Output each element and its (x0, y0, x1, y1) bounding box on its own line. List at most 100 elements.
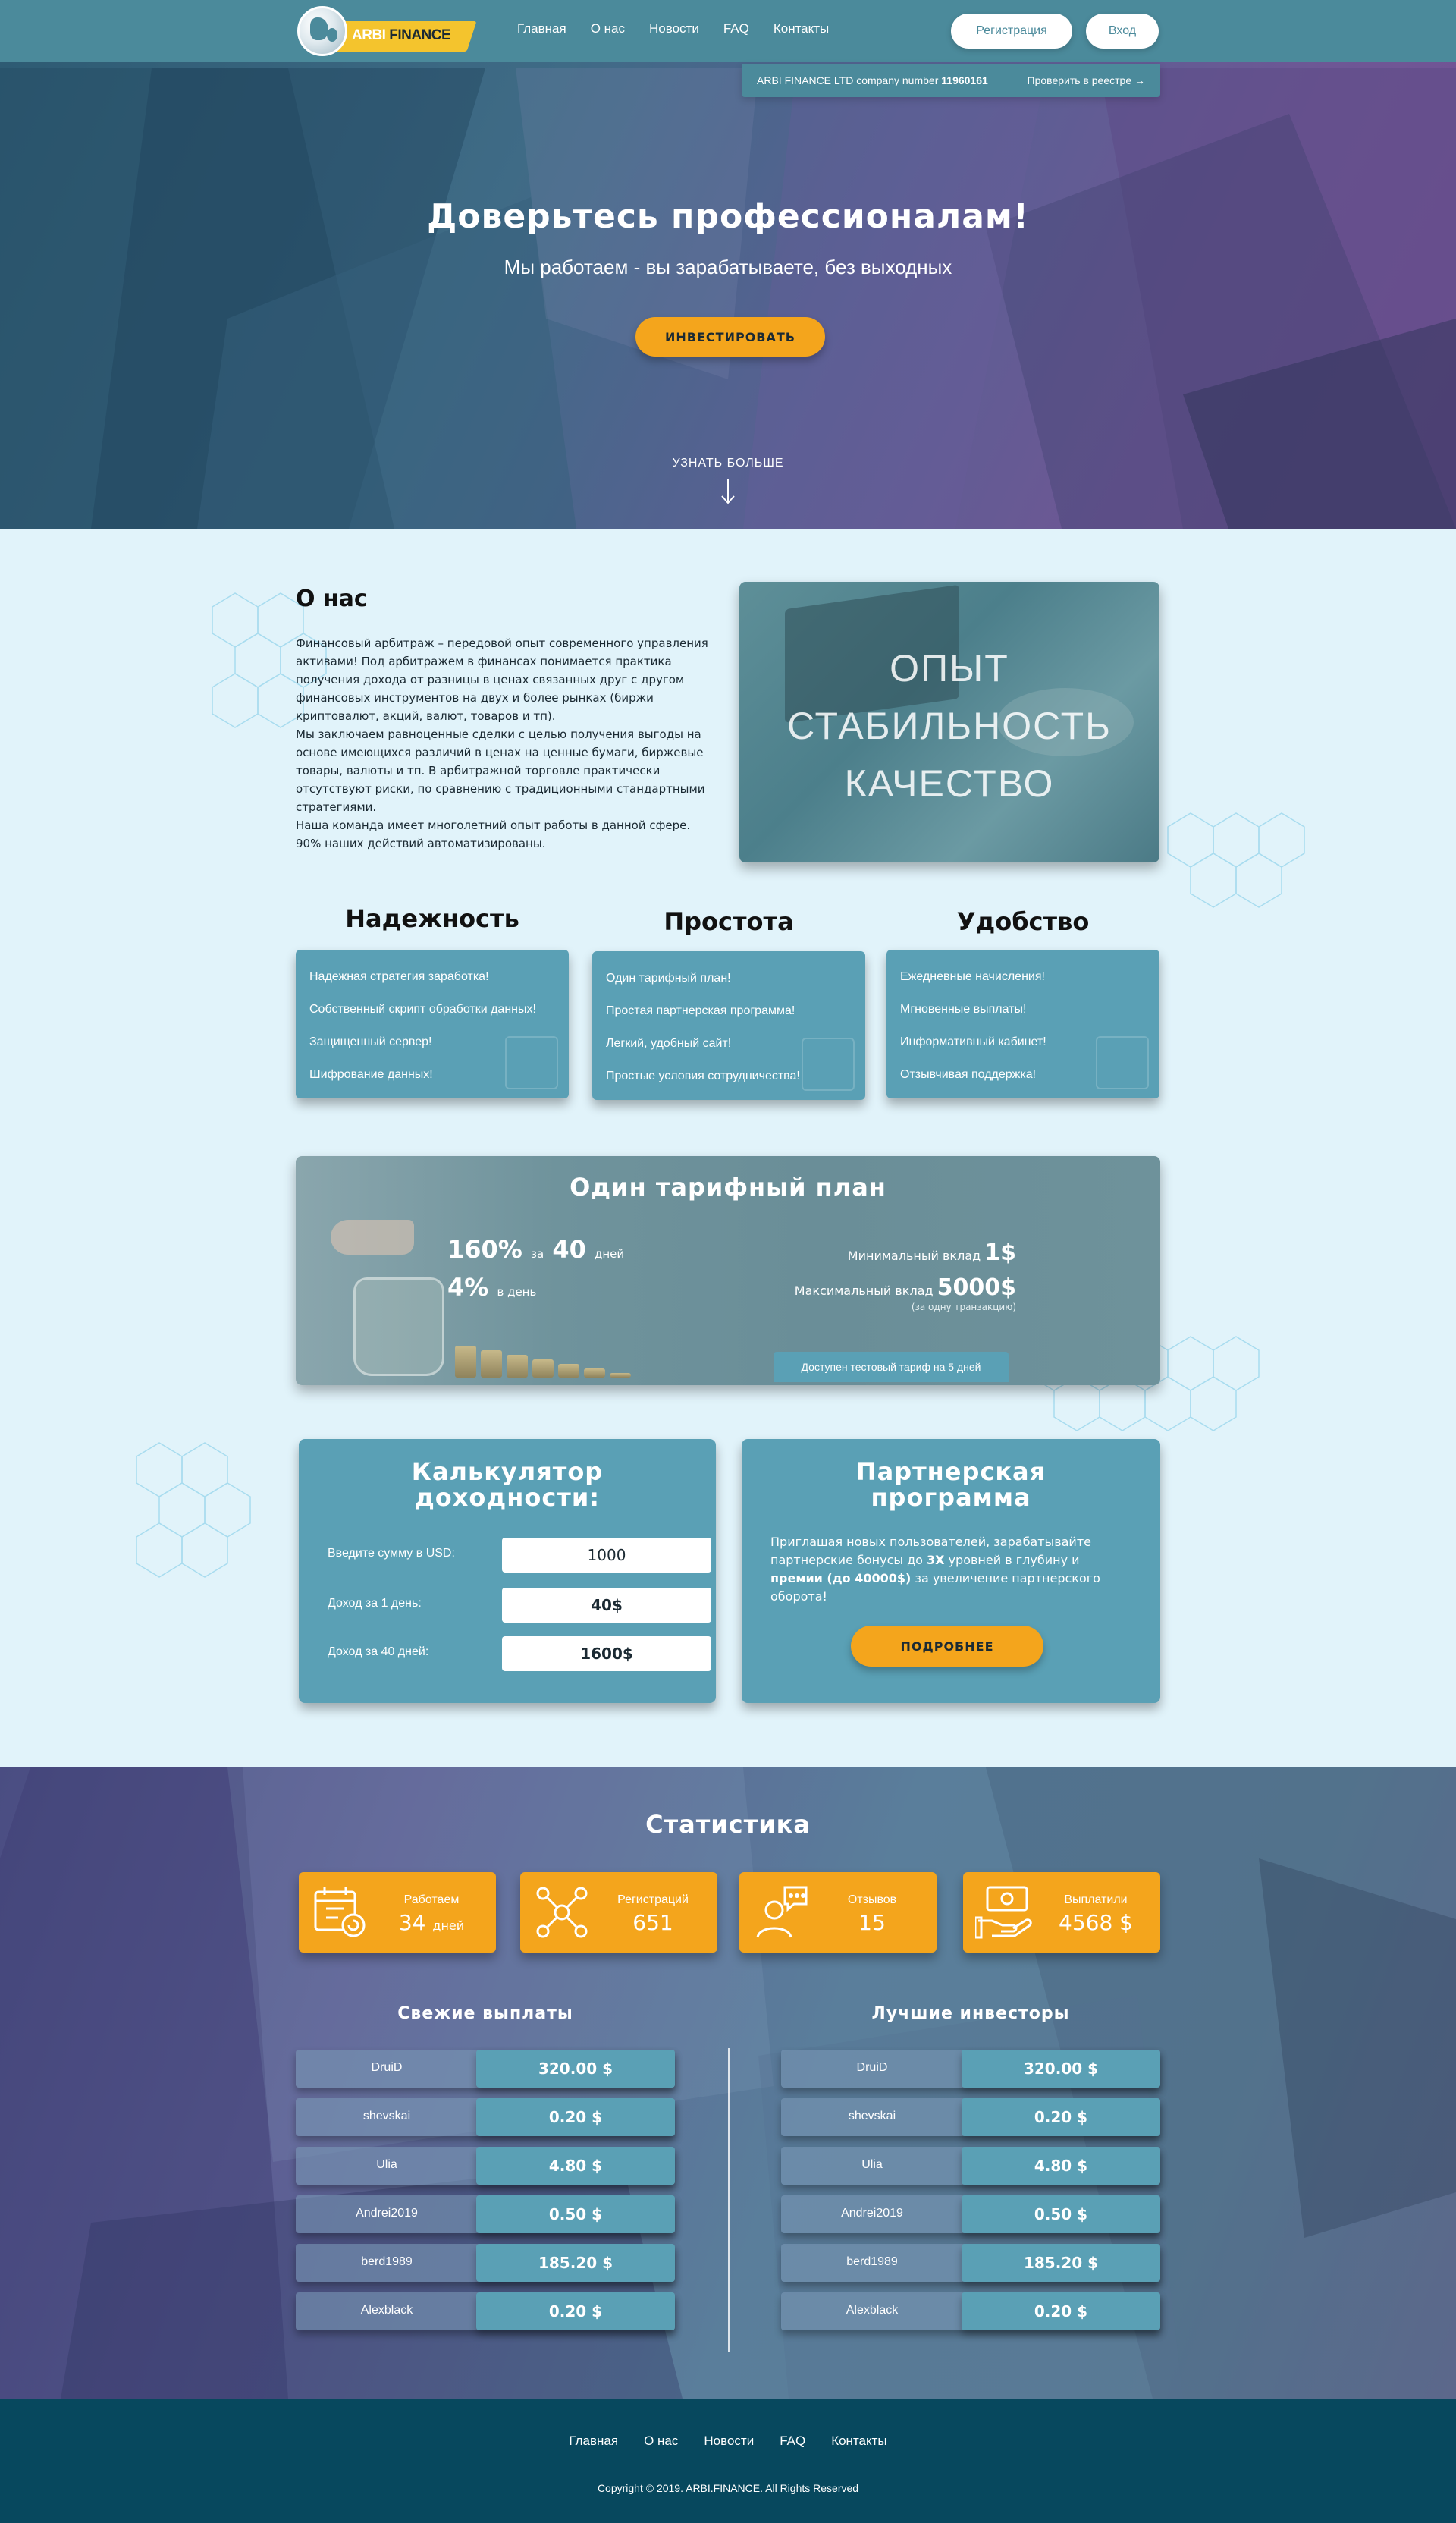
stat-number: 34 (398, 1910, 426, 1935)
calculator-title: Калькулятор доходности: (299, 1459, 716, 1510)
user-name: Andrei2019 (356, 2207, 418, 2220)
user-name: Alexblack (360, 2304, 413, 2317)
amount-value: 0.50 $ (962, 2195, 1160, 2233)
partner-text: Приглашая новых пользователей, зарабатыв… (770, 1533, 1131, 1606)
nav-link-home[interactable]: Главная (517, 21, 566, 36)
stat-card-reviews: Отзывов 15 (739, 1872, 937, 1953)
user-name: DruiD (856, 2061, 888, 2074)
amount-value: 0.20 $ (962, 2098, 1160, 2136)
investors-title: Лучшие инвесторы (871, 2004, 1070, 2023)
footer-link-faq[interactable]: FAQ (780, 2433, 805, 2449)
amount-input[interactable]: 1000 (502, 1538, 711, 1573)
tariff-profit: 160% за 40 дней (447, 1235, 624, 1264)
about-paragraph: Наша команда имеет многолетний опыт рабо… (296, 818, 691, 850)
invest-button[interactable]: ИНВЕСТИРОВАТЬ (635, 317, 825, 357)
about-photo-words: ОПЫТ СТАБИЛЬНОСТЬ КАЧЕСТВО (739, 639, 1159, 812)
tariff-profit-days-label: дней (594, 1247, 625, 1261)
user-name: berd1989 (361, 2255, 413, 2268)
nav-link-news[interactable]: Новости (649, 21, 699, 36)
main-nav: Главная О нас Новости FAQ Контакты (517, 21, 829, 36)
hero-section: Доверьтесь профессионалам! Мы работаем -… (0, 0, 1456, 529)
partner-title-line: Партнерская (855, 1457, 1046, 1486)
stat-value: 34 дней (382, 1910, 481, 1935)
calc-day-row: Доход за 1 день: 40$ (328, 1588, 711, 1623)
footer-link-news[interactable]: Новости (704, 2433, 754, 2449)
stats-title: Статистика (645, 1810, 811, 1839)
user-name: shevskai (362, 2110, 411, 2122)
table-row: Ulia 4.80 $ (296, 2147, 675, 2185)
statistics-section: Статистика Работаем 34 дней Регистраций … (0, 1767, 1456, 2399)
tariff-daily-pct: 4% (447, 1273, 489, 1302)
logo-text: ARBI FINANCE (352, 27, 451, 44)
chat-user-icon (756, 1886, 808, 1938)
hand-coin-image (331, 1220, 414, 1255)
circuit-icon (505, 1036, 558, 1089)
user-name: Andrei2019 (841, 2207, 903, 2220)
user-name: Ulia (376, 2158, 397, 2171)
logo-text-arbi: ARBI (352, 27, 386, 43)
calc-amount-row: Введите сумму в USD: 1000 (328, 1538, 711, 1573)
about-text: Финансовый арбитраж – передовой опыт сов… (296, 634, 714, 853)
partner-more-button[interactable]: ПОДРОБНЕЕ (851, 1626, 1043, 1667)
calculator-box: Калькулятор доходности: Введите сумму в … (299, 1439, 716, 1703)
amount-value: 4.80 $ (962, 2147, 1160, 2185)
calc-amount-label: Введите сумму в USD: (328, 1547, 455, 1560)
table-row: Alexblack 0.20 $ (296, 2292, 675, 2330)
logo-text-finance: FINANCE (389, 27, 451, 43)
total-income-output: 1600$ (502, 1636, 711, 1671)
stat-label: Выплатили (1064, 1893, 1128, 1906)
network-icon (536, 1887, 588, 1938)
user-name: shevskai (848, 2110, 896, 2122)
partner-text-bold: премии (до 40000$) (770, 1571, 912, 1585)
payouts-title: Свежие выплаты (397, 2004, 573, 2023)
hero-subtitle: Мы работаем - вы зарабатываете, без выхо… (504, 256, 952, 278)
footer-nav: Главная О нас Новости FAQ Контакты (0, 2433, 1456, 2449)
feature-title: Удобство (956, 907, 1090, 936)
nav-link-about[interactable]: О нас (591, 21, 625, 36)
calculator-title-line: доходности: (414, 1483, 601, 1512)
table-row: shevskai 0.20 $ (296, 2098, 675, 2136)
company-number: 11960161 (941, 74, 988, 86)
tariff-title: Один тарифный план (570, 1173, 886, 1202)
learn-more-link[interactable]: УЗНАТЬ БОЛЬШЕ (0, 457, 1456, 470)
hero-title: Доверьтесь профессионалам! (427, 197, 1029, 236)
about-paragraph: Мы заключаем равноценные сделки с целью … (296, 727, 705, 814)
about-title: О нас (296, 586, 368, 612)
partner-box: Партнерская программа Приглашая новых по… (742, 1439, 1160, 1703)
site-logo[interactable]: ARBI FINANCE (297, 6, 479, 56)
tariff-max-label: Максимальный вклад (794, 1283, 934, 1298)
nav-link-faq[interactable]: FAQ (723, 21, 749, 36)
columns-divider (728, 2048, 730, 2352)
site-header: ARBI FINANCE Главная О нас Новости FAQ К… (0, 0, 1456, 62)
tariff-min-label: Минимальный вклад (847, 1249, 981, 1263)
login-button[interactable]: Вход (1086, 14, 1159, 49)
arrow-down-icon[interactable] (720, 478, 736, 505)
copyright-text: Copyright © 2019. ARBI.FINANCE. All Righ… (597, 2482, 859, 2494)
stat-value: 651 (632, 1910, 673, 1935)
test-tariff-button[interactable]: Доступен тестовый тариф на 5 дней (774, 1352, 1009, 1382)
amount-value: 0.20 $ (962, 2292, 1160, 2330)
amount-value: 320.00 $ (962, 2050, 1160, 2088)
footer-link-home[interactable]: Главная (569, 2433, 618, 2449)
feature-card: Ежедневные начисления! Мгновенные выплат… (886, 950, 1159, 1098)
user-name: DruiD (371, 2061, 403, 2074)
about-paragraph: Финансовый арбитраж – передовой опыт сов… (296, 636, 708, 723)
registry-check-link[interactable]: Проверить в реестре → (1028, 74, 1145, 86)
stat-value: 4568 $ (1059, 1910, 1133, 1935)
partner-title-line: программа (871, 1483, 1031, 1512)
table-row: DruiD 320.00 $ (781, 2050, 1160, 2088)
feature-item: Собственный скрипт обработки данных! (309, 1003, 536, 1016)
calc-day-label: Доход за 1 день: (328, 1597, 422, 1610)
registry-bar: ARBI FINANCE LTD company number 11960161… (742, 64, 1160, 97)
stat-card-registrations: Регистраций 651 (520, 1872, 717, 1953)
nav-link-contacts[interactable]: Контакты (774, 21, 829, 36)
register-button[interactable]: Регистрация (951, 14, 1072, 49)
footer-link-about[interactable]: О нас (644, 2433, 678, 2449)
calc-total-row: Доход за 40 дней: 1600$ (328, 1636, 711, 1671)
footer-link-contacts[interactable]: Контакты (831, 2433, 886, 2449)
user-name: berd1989 (846, 2255, 898, 2268)
table-row: Andrei2019 0.50 $ (296, 2195, 675, 2233)
site-footer: Главная О нас Новости FAQ Контакты Copyr… (0, 2399, 1456, 2523)
calc-total-label: Доход за 40 дней: (328, 1645, 429, 1658)
partner-text-bold: 3Х (927, 1553, 945, 1567)
